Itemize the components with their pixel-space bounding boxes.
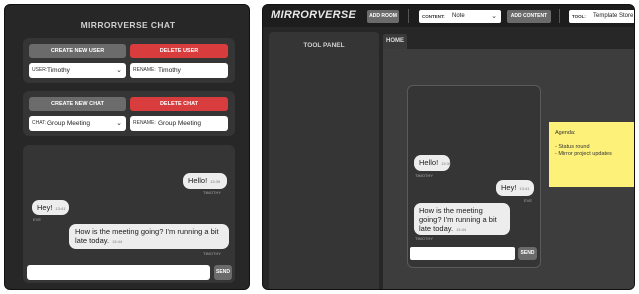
note-line: - Mirror project updates	[555, 151, 612, 157]
toolbar-divider	[559, 9, 560, 23]
message-time: 13:44	[456, 227, 467, 232]
top-toolbar: MIRRORVERSE ADD ROOM CONTENT: Note ⌄ ADD…	[263, 5, 634, 27]
tool-select[interactable]: TOOL: Template Store	[569, 10, 634, 23]
user-select-label: USER:	[32, 67, 48, 73]
user-rename-value: Timothy	[158, 67, 181, 74]
message-sender: EVE	[33, 217, 42, 222]
message-text: Hey!	[37, 203, 53, 212]
send-button[interactable]: SEND	[214, 265, 232, 280]
message-time: 13:44	[112, 239, 123, 244]
user-select-value: Timothy	[47, 67, 70, 74]
chat-rename-field[interactable]: RENAME: Group Meeting	[130, 116, 228, 131]
content-select[interactable]: CONTENT: Note ⌄	[419, 10, 501, 23]
mirror-chat-widget[interactable]: Hello! 13:39 TIMOTHY Hey! 13:41 EVE How is…	[407, 85, 541, 268]
toolbar-divider	[408, 9, 409, 23]
delete-user-button[interactable]: DELETE USER	[130, 44, 228, 58]
conversation-panel: Hello! 13:39 TIMOTHY Hey! 13:41 EVE How is…	[23, 145, 235, 283]
content-select-value: Note	[452, 13, 465, 19]
note-title: Agenda:	[555, 130, 576, 136]
message-text: Hello!	[188, 176, 208, 185]
user-select[interactable]: USER: Timothy ⌄	[29, 63, 126, 78]
message-text: Hey!	[501, 183, 517, 192]
message-text: Hello!	[419, 158, 439, 167]
message-bubble: Hey! 13:41	[32, 200, 69, 215]
delete-chat-button[interactable]: DELETE CHAT	[130, 97, 228, 111]
user-rename-label: RENAME:	[133, 67, 156, 73]
message-bubble: How is the meeting going? I'm running a …	[414, 203, 510, 235]
message-input[interactable]	[27, 265, 210, 280]
chat-rename-label: RENAME:	[133, 120, 156, 126]
note-line: - Status round	[555, 144, 590, 150]
tab-home[interactable]: HOME	[383, 34, 407, 49]
chat-select-label: CHAT:	[32, 120, 47, 126]
message-sender: TIMOTHY	[415, 173, 433, 178]
chevron-down-icon: ⌄	[116, 120, 122, 127]
chat-panel: CREATE NEW CHAT DELETE CHAT CHAT: Group …	[23, 91, 235, 136]
create-chat-button[interactable]: CREATE NEW CHAT	[29, 97, 126, 111]
tool-select-value: Template Store	[593, 13, 634, 19]
chevron-down-icon: ⌄	[491, 13, 497, 20]
message-time: 13:41	[519, 186, 530, 191]
content-select-label: CONTENT:	[422, 13, 445, 19]
chat-app-window: MIRRORVERSE CHAT CREATE NEW USER DELETE …	[4, 4, 250, 290]
message-sender: TIMOTHY	[415, 236, 433, 241]
app-title: MIRRORVERSE CHAT	[80, 20, 176, 30]
tool-panel: TOOL PANEL	[269, 32, 379, 289]
message-sender: TIMOTHY	[203, 190, 221, 195]
message-text: How is the meeting going? I'm running a …	[75, 227, 219, 245]
message-time: 13:39	[441, 161, 452, 166]
send-button[interactable]: SEND	[518, 247, 537, 260]
add-room-button[interactable]: ADD ROOM	[367, 10, 399, 23]
tool-panel-title: TOOL PANEL	[303, 42, 345, 49]
chat-rename-value: Group Meeting	[158, 120, 201, 127]
message-bubble: How is the meeting going? I'm running a …	[69, 224, 229, 249]
chat-select-value: Group Meeting	[47, 120, 90, 127]
mirrorverse-window: MIRRORVERSE ADD ROOM CONTENT: Note ⌄ ADD…	[262, 4, 635, 290]
message-sender: EVE	[524, 198, 533, 203]
user-panel: CREATE NEW USER DELETE USER USER: Timoth…	[23, 38, 235, 83]
message-time: 13:41	[55, 206, 66, 211]
message-bubble: Hello! 13:39	[183, 173, 227, 189]
chat-select[interactable]: CHAT: Group Meeting ⌄	[29, 116, 126, 131]
chevron-down-icon: ⌄	[116, 67, 122, 74]
message-sender: TIMOTHY	[203, 251, 221, 256]
message-bubble: Hey! 13:41	[496, 180, 534, 196]
create-user-button[interactable]: CREATE NEW USER	[29, 44, 126, 58]
sticky-note[interactable]: Agenda: - Status round - Mirror project …	[549, 122, 634, 187]
message-time: 13:39	[210, 179, 221, 184]
add-content-button[interactable]: ADD CONTENT	[507, 10, 551, 23]
message-input[interactable]	[410, 247, 515, 260]
tool-select-label: TOOL:	[572, 13, 586, 19]
app-logo: MIRRORVERSE	[271, 9, 357, 21]
message-bubble: Hello! 13:39	[414, 155, 452, 171]
user-rename-field[interactable]: RENAME: Timothy	[130, 63, 228, 78]
